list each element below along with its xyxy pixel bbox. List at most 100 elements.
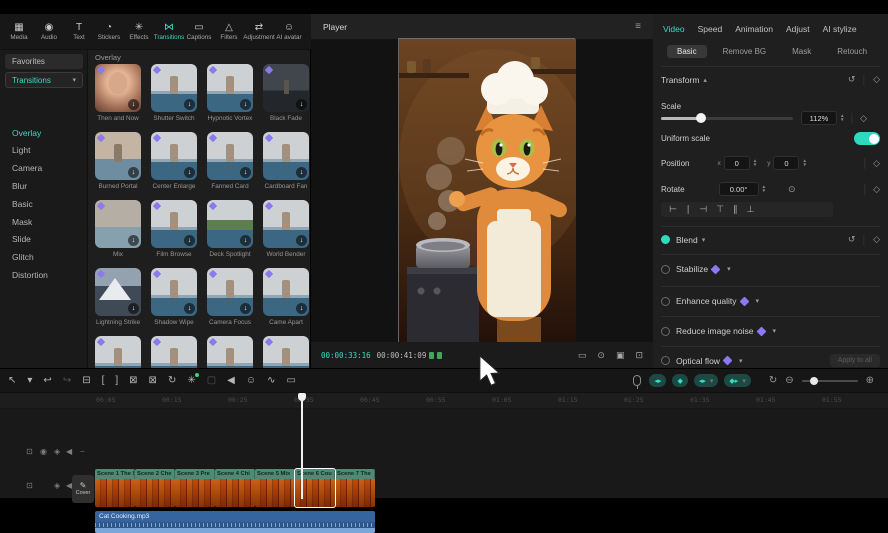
split-icon[interactable]: ⊟ — [82, 375, 90, 386]
blend-reset-icon[interactable]: ↺ — [848, 234, 856, 245]
marker-in-icon[interactable] — [429, 352, 434, 359]
uniform-scale-toggle[interactable] — [854, 132, 880, 145]
sidebar-item-slide[interactable]: Slide — [0, 231, 88, 248]
align-icon-0[interactable]: ⊢ — [669, 204, 677, 215]
transition-thumbnail[interactable]: ↓ — [207, 268, 253, 316]
scale-stepper[interactable]: ▲▼ — [840, 114, 844, 122]
subtab-retouch[interactable]: Retouch — [827, 45, 877, 58]
topbar-item-effects[interactable]: ✳ Effects — [124, 22, 154, 41]
zoom-out-icon[interactable]: ⊖ — [785, 375, 793, 386]
audio-lock-icon[interactable]: ⊡ — [26, 481, 33, 490]
topbar-item-captions[interactable]: ▭ Captions — [184, 22, 214, 41]
beats-tool-icon[interactable]: ∿ — [267, 375, 275, 386]
trim-start-icon[interactable]: [ — [102, 375, 105, 386]
enhance-checkbox[interactable] — [661, 297, 670, 306]
transition-thumbnail[interactable]: ↓ — [207, 336, 253, 368]
rotate-input[interactable]: 0.00° — [719, 182, 759, 196]
optical-row[interactable]: Optical flow ▾ Apply to all — [661, 354, 880, 367]
tab-ai-stylize[interactable]: AI stylize — [823, 24, 857, 34]
sidebar-item-light[interactable]: Light — [0, 142, 88, 159]
blend-enabled-icon[interactable] — [661, 235, 670, 244]
video-clip[interactable]: Scene 3 Pre — [175, 469, 215, 507]
timeline-ruler[interactable]: 00:0500:1500:2500:3500:4500:5501:0501:15… — [0, 393, 888, 409]
undo-icon[interactable]: ↩ — [43, 375, 51, 386]
delete-left-icon[interactable]: ⊠ — [129, 375, 137, 386]
magnet-pill[interactable]: ◆▸▾ — [724, 374, 750, 387]
transition-card[interactable]: ↓ Black Fade — [263, 64, 309, 122]
align-icon-5[interactable]: ⊥ — [747, 204, 755, 215]
transition-thumbnail[interactable]: ↓ — [263, 200, 309, 248]
rotate-keyframe-icon[interactable]: ◇ — [873, 184, 880, 195]
transition-card[interactable]: ↓ Mix — [95, 200, 141, 258]
transition-card[interactable]: ↓ Film Browse — [151, 200, 197, 258]
transition-thumbnail[interactable]: ↓ — [151, 336, 197, 368]
transition-thumbnail[interactable]: ↓ — [95, 64, 141, 112]
transition-thumbnail[interactable]: ↓ — [263, 268, 309, 316]
transitions-dropdown[interactable]: Transitions ▾ — [5, 72, 83, 88]
mute-track-icon[interactable]: ▢ — [207, 375, 216, 386]
video-clip[interactable]: Scene 4 Chi — [215, 469, 255, 507]
snap-pill[interactable]: ◂▸▾ — [694, 374, 719, 387]
noise-checkbox[interactable] — [661, 327, 670, 336]
record-tool-icon[interactable]: ▭ — [286, 375, 295, 386]
player-menu-icon[interactable]: ≡ — [635, 21, 641, 32]
crop-ratio-icon[interactable]: ▭ — [578, 350, 587, 361]
transition-thumbnail[interactable]: ↓ — [95, 132, 141, 180]
fullscreen-icon[interactable]: ⊡ — [635, 350, 643, 361]
timeline-zoom-slider[interactable] — [802, 380, 858, 382]
topbar-item-adjustment[interactable]: ⇄ Adjustment — [244, 22, 274, 41]
audio-tool-icon[interactable]: ◀ — [227, 375, 235, 386]
tab-speed[interactable]: Speed — [698, 24, 723, 34]
preview-pill[interactable]: ◂▸ — [649, 374, 666, 387]
tab-animation[interactable]: Animation — [735, 24, 773, 34]
redo-icon[interactable]: ↪ — [63, 375, 71, 386]
transition-card[interactable]: ↓ Fanned Card — [207, 132, 253, 190]
optical-checkbox[interactable] — [661, 356, 670, 365]
position-y-stepper[interactable]: ▲▼ — [802, 159, 806, 167]
video-clip[interactable]: Scene 2 Che — [135, 469, 175, 507]
sidebar-item-mask[interactable]: Mask — [0, 213, 88, 230]
zoom-in-icon[interactable]: ⊕ — [866, 375, 874, 386]
transition-card[interactable]: ↓ — [207, 336, 253, 368]
select-caret-icon[interactable]: ▾ — [27, 375, 32, 386]
subtab-remove-bg[interactable]: Remove BG — [713, 45, 777, 58]
sidebar-item-basic[interactable]: Basic — [0, 195, 88, 212]
position-y-input[interactable]: 0 — [773, 156, 799, 170]
transition-card[interactable]: ↓ — [263, 336, 309, 368]
video-clip[interactable]: Scene 1 The S — [95, 469, 135, 507]
sidebar-item-blur[interactable]: Blur — [0, 177, 88, 194]
favorites-button[interactable]: Favorites — [5, 54, 83, 69]
apply-to-all-button[interactable]: Apply to all — [830, 354, 880, 367]
transition-card[interactable]: ↓ Came Apart — [263, 268, 309, 326]
snap-icon[interactable]: ↻ — [769, 375, 777, 386]
magic-tool-icon[interactable]: ✳ — [187, 375, 195, 386]
align-icon-4[interactable]: ∥ — [733, 204, 738, 215]
align-icon-1[interactable]: ∣ — [686, 204, 691, 215]
topbar-item-audio[interactable]: ◉ Audio — [34, 22, 64, 41]
scale-slider[interactable] — [661, 117, 793, 120]
transition-card[interactable]: ↓ Cardboard Fan — [263, 132, 309, 190]
transition-thumbnail[interactable]: ↓ — [95, 268, 141, 316]
rotate-icon[interactable]: ↻ — [168, 375, 176, 386]
transition-card[interactable]: ↓ World Bender — [263, 200, 309, 258]
audio-clip[interactable]: Cat Cooking.mp3 — [95, 511, 375, 533]
reset-icon[interactable]: ↺ — [848, 74, 856, 85]
transition-thumbnail[interactable]: ↓ — [263, 132, 309, 180]
topbar-item-filters[interactable]: △ Filters — [214, 22, 244, 41]
topbar-item-text[interactable]: T Text — [64, 22, 94, 41]
transition-card[interactable]: ↓ Burned Portal — [95, 132, 141, 190]
align-icon-3[interactable]: ⊤ — [716, 204, 724, 215]
track-collapse-icon[interactable]: − — [80, 447, 85, 456]
sidebar-item-glitch[interactable]: Glitch — [0, 249, 88, 266]
transition-card[interactable]: ↓ Then and Now — [95, 64, 141, 122]
transition-thumbnail[interactable]: ↓ — [207, 64, 253, 112]
video-preview[interactable] — [398, 38, 575, 346]
track-effect-icon[interactable]: ◈ — [54, 447, 60, 456]
sidebar-item-overlay[interactable]: Overlay — [0, 124, 88, 141]
transition-card[interactable]: ↓ Deck Spotlight — [207, 200, 253, 258]
position-keyframe-icon[interactable]: ◇ — [873, 158, 880, 169]
track-lock-icon[interactable]: ⊡ — [26, 447, 33, 456]
position-x-stepper[interactable]: ▲▼ — [753, 159, 757, 167]
video-clip[interactable]: Scene 7 The — [335, 469, 375, 507]
noise-row[interactable]: Reduce image noise ▾ — [661, 326, 880, 336]
